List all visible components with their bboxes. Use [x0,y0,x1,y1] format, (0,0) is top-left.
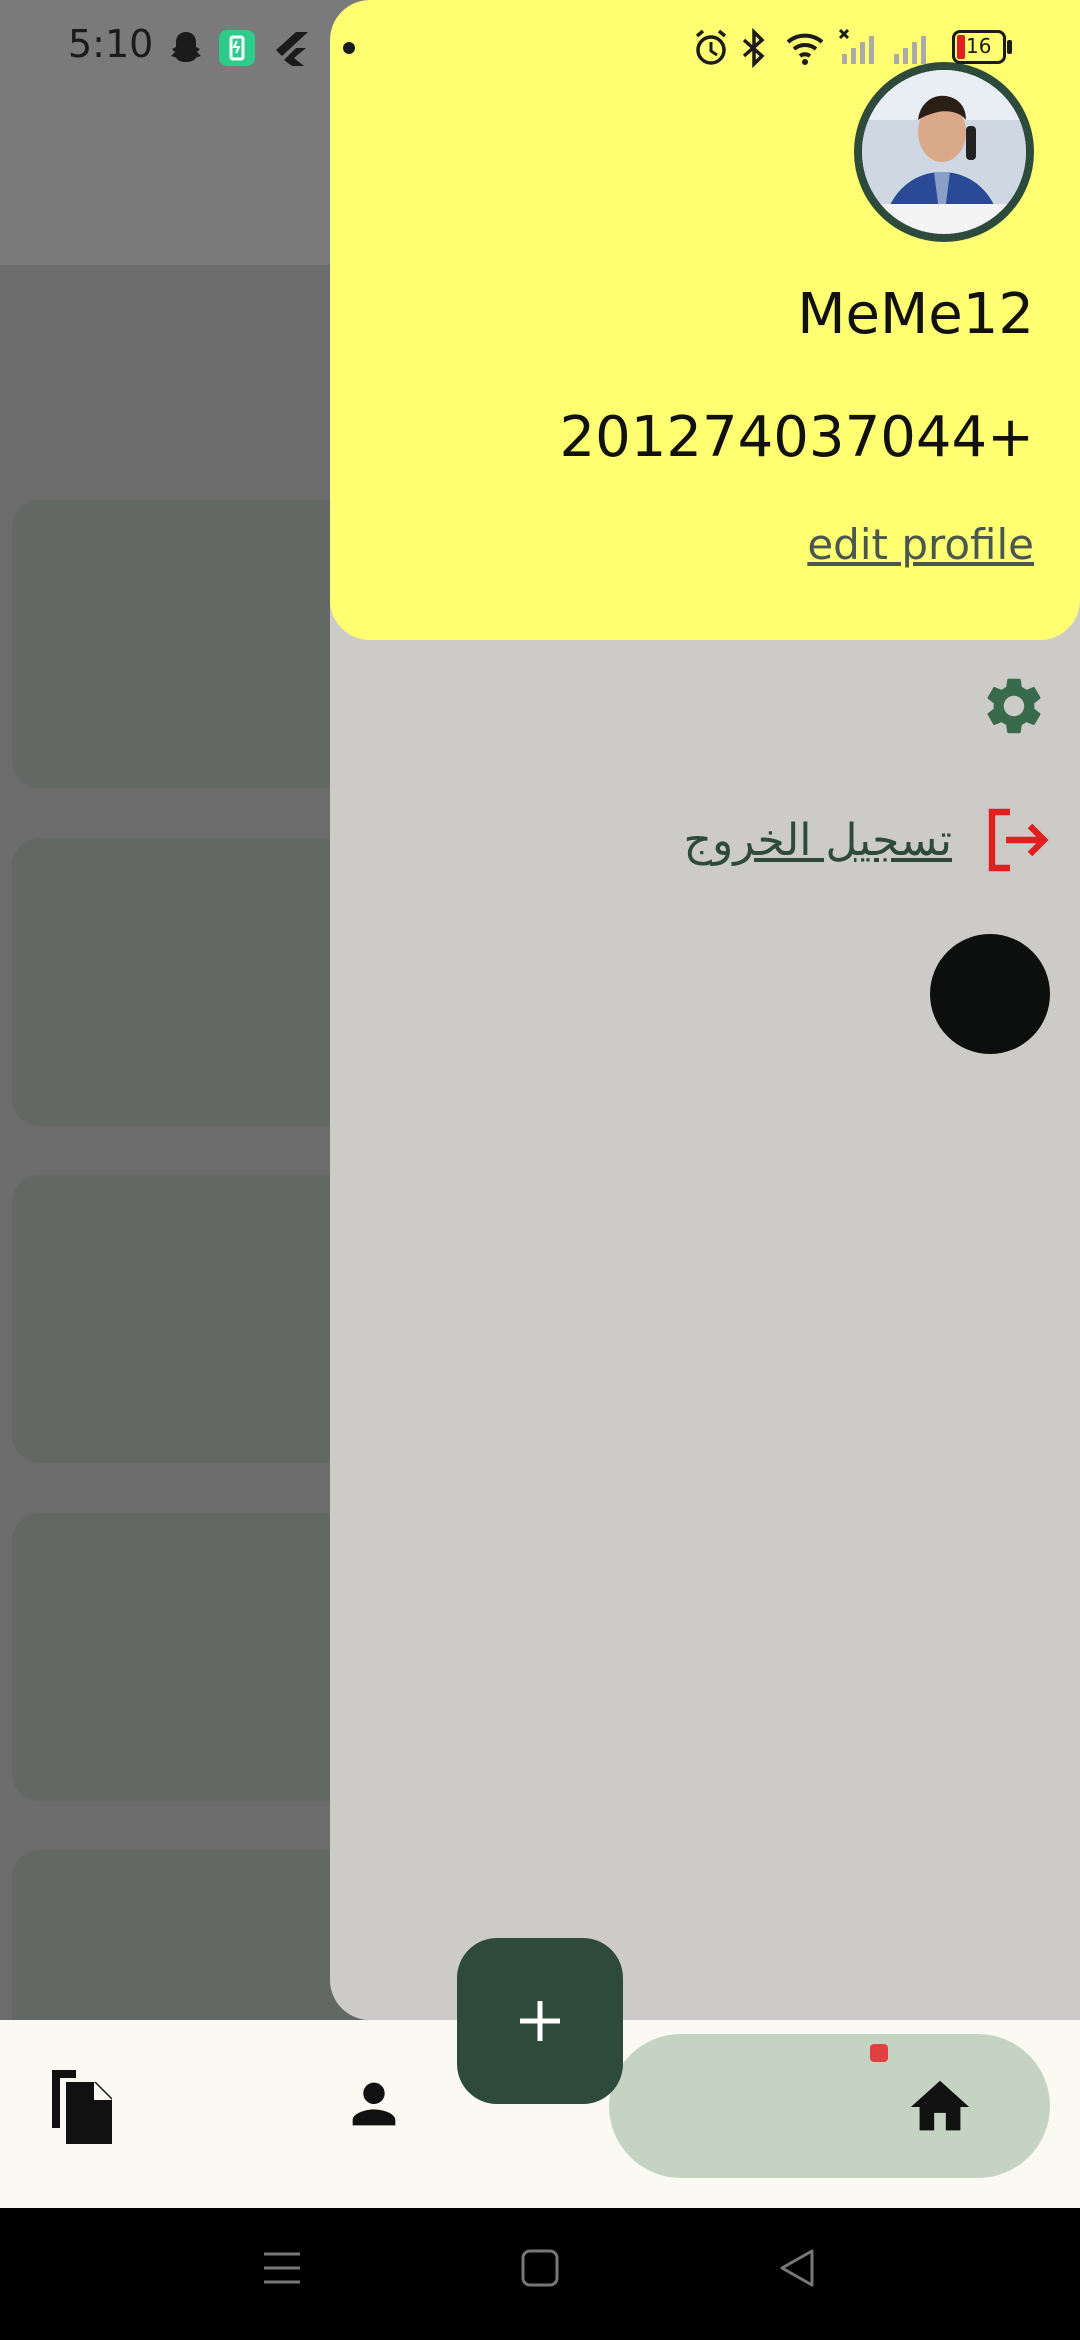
background-card [12,838,372,1126]
nav-item-documents[interactable] [46,2062,124,2146]
system-navigation-bar [0,2208,1080,2340]
logout-button[interactable]: تسجيل الخروج [684,800,1050,880]
logout-label: تسجيل الخروج [683,814,952,866]
notification-badge [870,2044,888,2062]
notification-dot-icon [343,42,355,54]
snapchat-icon [171,32,201,62]
logout-icon [988,808,1049,872]
background-card [12,500,372,788]
moon-icon [972,970,996,1018]
home-icon [910,2080,970,2131]
flutter-icon [276,32,308,66]
battery-level: 16 [966,34,992,58]
wifi-icon [786,33,824,65]
user-phone: 201274037044+ [559,405,1034,470]
background-card [12,1175,372,1463]
person-icon [352,2082,396,2126]
signal-icon [838,28,874,64]
home-square-icon[interactable] [520,2248,560,2288]
status-bar: 5:10 16 [0,0,1080,96]
nav-item-profile[interactable] [342,2072,406,2136]
user-name: MeMe12 [797,282,1034,347]
theme-toggle-button[interactable] [930,934,1050,1054]
plus-icon [520,2001,560,2041]
documents-icon [52,2070,112,2144]
edit-profile-link[interactable]: edit profile [807,520,1034,569]
background-card [12,1513,372,1801]
gear-icon[interactable] [980,672,1048,740]
back-triangle-icon[interactable] [778,2248,818,2288]
bluetooth-icon [742,28,765,68]
navigation-drawer: MeMe12 201274037044+ edit profile تسجيل … [330,0,1080,2020]
battery-saver-icon [219,30,255,66]
nav-item-home[interactable] [609,2034,1050,2178]
signal-icon [894,36,926,64]
add-button[interactable] [457,1938,623,2104]
status-time: 5:10 [68,22,154,66]
alarm-icon [695,29,727,65]
drawer-header: MeMe12 201274037044+ edit profile [330,0,1080,640]
battery-icon: 16 [952,30,1012,64]
menu-icon[interactable] [262,2248,302,2288]
